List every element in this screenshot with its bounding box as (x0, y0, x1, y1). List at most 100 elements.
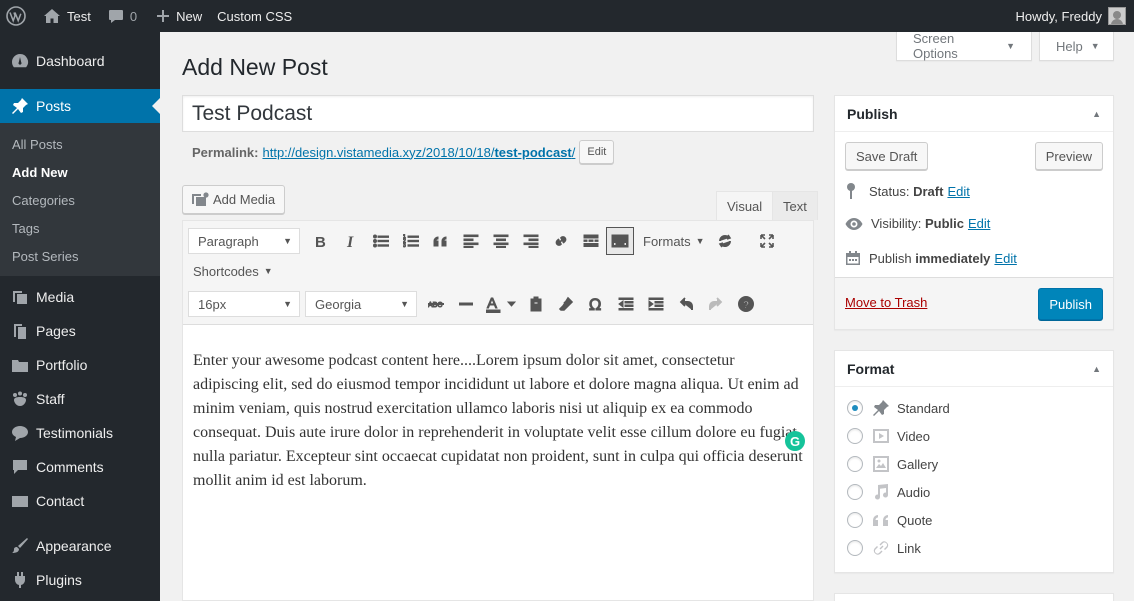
publish-box: Publish ▲ Save Draft Preview Status: Dra… (834, 95, 1114, 330)
visibility-edit-link[interactable]: Edit (968, 216, 990, 231)
horizontal-line-icon (459, 302, 473, 306)
sidebar-label-contact: Contact (36, 493, 85, 509)
submenu-categories[interactable]: Categories (0, 186, 160, 214)
shortcodes-menu-button[interactable]: Shortcodes ▼ (188, 256, 278, 286)
sidebar-item-testimonials[interactable]: Testimonials (0, 416, 160, 450)
sidebar-item-contact[interactable]: Contact (0, 484, 160, 518)
format-radio-link[interactable] (847, 540, 863, 556)
format-option-quote[interactable]: Quote (847, 510, 932, 530)
submenu-all-posts[interactable]: All Posts (0, 130, 160, 158)
new-content-link[interactable]: New (144, 0, 209, 32)
align-right-button[interactable] (516, 226, 546, 256)
sidebar-item-dashboard[interactable]: Dashboard (0, 44, 160, 78)
numbered-list-button[interactable]: 123 (396, 226, 426, 256)
text-color-button[interactable]: A (481, 289, 521, 319)
outdent-button[interactable] (611, 289, 641, 319)
post-title-input[interactable]: Test Podcast (182, 95, 814, 132)
format-radio-standard[interactable] (847, 400, 863, 416)
align-center-button[interactable] (486, 226, 516, 256)
align-left-button[interactable] (456, 226, 486, 256)
submenu-tags[interactable]: Tags (0, 214, 160, 242)
collapse-arrow-icon[interactable]: ▲ (1092, 109, 1101, 119)
save-draft-button[interactable]: Save Draft (845, 142, 929, 170)
refresh-button[interactable] (710, 226, 740, 256)
format-radio-quote[interactable] (847, 512, 863, 528)
tab-visual[interactable]: Visual (716, 191, 774, 220)
bold-button[interactable]: B (306, 226, 336, 256)
sidebar-label-comments: Comments (36, 459, 104, 475)
eye-icon (845, 217, 871, 231)
site-name-link[interactable]: Test (36, 0, 98, 32)
sidebar-item-plugins[interactable]: Plugins (0, 563, 160, 597)
format-label-link: Link (897, 540, 921, 556)
undo-button[interactable] (671, 289, 701, 319)
custom-css-link[interactable]: Custom CSS (209, 0, 299, 32)
sidebar-label-staff: Staff (36, 391, 65, 407)
format-radio-gallery[interactable] (847, 456, 863, 472)
grammarly-icon[interactable]: G (785, 431, 805, 451)
publish-date-edit-link[interactable]: Edit (994, 251, 1016, 266)
font-size-select[interactable]: 16px ▼ (188, 291, 300, 317)
read-more-button[interactable] (576, 226, 606, 256)
screen-options-button[interactable]: Screen Options ▼ (896, 31, 1032, 61)
link-icon (871, 538, 891, 558)
svg-text:B: B (315, 234, 326, 248)
formats-menu-button[interactable]: Formats ▼ (638, 226, 710, 256)
publish-box-header[interactable]: Publish ▲ (835, 96, 1113, 132)
submenu-add-new[interactable]: Add New (0, 158, 160, 186)
keyboard-shortcuts-button[interactable]: ? (731, 289, 761, 319)
format-option-gallery[interactable]: Gallery (847, 454, 938, 474)
my-account-menu[interactable]: Howdy, Freddy (1016, 7, 1134, 25)
preview-button[interactable]: Preview (1034, 142, 1103, 170)
keyboard-icon (611, 234, 629, 248)
indent-button[interactable] (641, 289, 671, 319)
format-option-link[interactable]: Link (847, 538, 921, 558)
strikethrough-button[interactable]: ABC (421, 289, 451, 319)
speech-bubble-icon (10, 423, 30, 443)
fullscreen-button[interactable] (752, 226, 782, 256)
publish-button[interactable]: Publish (1038, 288, 1103, 320)
permalink-edit-button[interactable]: Edit (579, 140, 615, 164)
permalink-url[interactable]: http://design.vistamedia.xyz/2018/10/18/… (262, 145, 575, 160)
format-label-video: Video (897, 428, 931, 444)
sidebar-item-pages[interactable]: Pages (0, 314, 160, 348)
wordpress-logo-icon[interactable] (0, 0, 36, 32)
format-option-standard[interactable]: Standard (847, 398, 950, 418)
font-family-select[interactable]: Georgia ▼ (305, 291, 417, 317)
horizontal-line-button[interactable] (451, 289, 481, 319)
status-edit-link[interactable]: Edit (947, 184, 969, 199)
sidebar-item-comments[interactable]: Comments (0, 450, 160, 484)
help-button[interactable]: Help ▼ (1039, 32, 1114, 61)
paragraph-format-select[interactable]: Paragraph ▼ (188, 228, 300, 254)
format-option-audio[interactable]: Audio (847, 482, 930, 502)
italic-button[interactable]: I (336, 226, 366, 256)
insert-link-button[interactable] (546, 226, 576, 256)
permalink-row: Permalink: http://design.vistamedia.xyz/… (192, 140, 615, 164)
format-option-video[interactable]: Video (847, 426, 930, 446)
move-to-trash-link[interactable]: Move to Trash (845, 295, 927, 310)
redo-button[interactable] (701, 289, 731, 319)
format-box-header[interactable]: Format ▲ (835, 351, 1113, 387)
submenu-post-series[interactable]: Post Series (0, 242, 160, 270)
editor-content-area[interactable]: Enter your awesome podcast content here.… (183, 325, 813, 493)
sidebar-item-appearance[interactable]: Appearance (0, 529, 160, 563)
bulleted-list-button[interactable] (366, 226, 396, 256)
avatar (1108, 7, 1126, 25)
sidebar-item-media[interactable]: Media (0, 280, 160, 314)
special-character-button[interactable]: Ω (581, 289, 611, 319)
paste-as-text-button[interactable] (521, 289, 551, 319)
toolbar-toggle-button[interactable] (606, 227, 634, 255)
permalink-slug: test-podcast (494, 144, 572, 160)
sidebar-item-posts[interactable]: Posts (0, 89, 160, 123)
add-media-button[interactable]: Add Media (182, 185, 286, 214)
format-radio-audio[interactable] (847, 484, 863, 500)
omega-icon: Ω (588, 296, 604, 312)
sidebar-item-staff[interactable]: Staff (0, 382, 160, 416)
blockquote-button[interactable] (426, 226, 456, 256)
collapse-arrow-icon[interactable]: ▲ (1092, 364, 1101, 374)
clear-formatting-button[interactable] (551, 289, 581, 319)
format-radio-video[interactable] (847, 428, 863, 444)
tab-text[interactable]: Text (772, 191, 818, 220)
sidebar-item-portfolio[interactable]: Portfolio (0, 348, 160, 382)
comments-link[interactable]: 0 (98, 0, 144, 32)
